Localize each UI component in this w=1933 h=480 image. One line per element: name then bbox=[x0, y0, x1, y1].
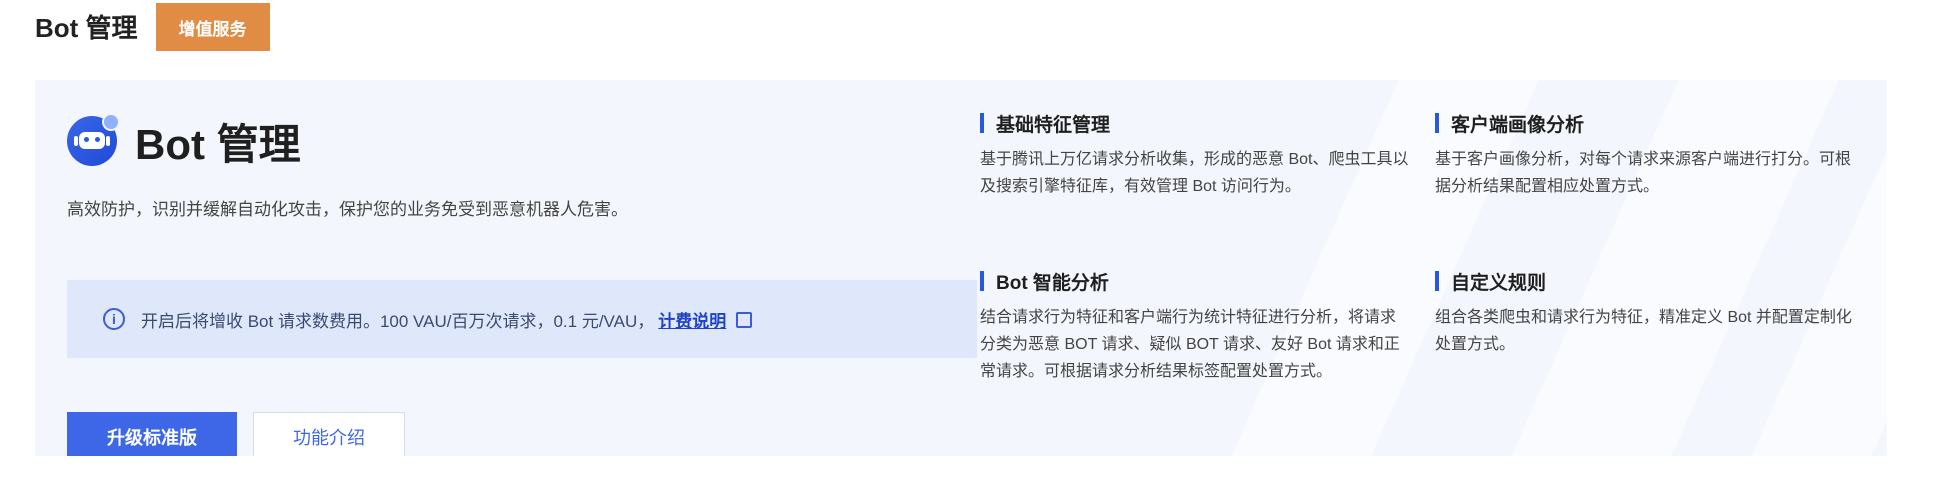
feature-title: 基础特征管理 bbox=[996, 114, 1111, 136]
feature-title: Bot 智能分析 bbox=[996, 272, 1109, 294]
bot-logo-icon bbox=[67, 113, 120, 166]
feature-description: 基于腾讯上万亿请求分析收集，形成的恶意 Bot、爬虫工具以及搜索引擎特征库，有效… bbox=[980, 151, 1409, 195]
feature-description: 结合请求行为特征和客户端行为统计特征进行分析，将请求分类为恶意 BOT 请求、疑… bbox=[980, 309, 1400, 380]
action-buttons: 升级标准版 功能介绍 bbox=[67, 412, 405, 456]
accent-bar bbox=[1435, 113, 1439, 133]
accent-bar bbox=[980, 113, 984, 133]
product-header: Bot 管理 bbox=[67, 113, 977, 168]
bot-management-card: Bot 管理 高效防护，识别并缓解自动化攻击，保护您的业务免受到恶意机器人危害。… bbox=[35, 80, 1887, 456]
value-added-badge: 增值服务 bbox=[155, 3, 270, 51]
page-header: Bot 管理 增值服务 bbox=[35, 3, 270, 51]
feature-custom-rules: 自定义规则 组合各类爬虫和请求行为特征，精准定义 Bot 并配置定制化处置方式。 bbox=[1435, 268, 1865, 358]
upgrade-standard-button[interactable]: 升级标准版 bbox=[67, 412, 237, 456]
feature-intro-button[interactable]: 功能介绍 bbox=[253, 412, 405, 456]
feature-title: 自定义规则 bbox=[1451, 272, 1547, 294]
feature-bot-intelligence: Bot 智能分析 结合请求行为特征和客户端行为统计特征进行分析，将请求分类为恶意… bbox=[980, 268, 1410, 385]
page-title: Bot 管理 bbox=[35, 12, 138, 43]
feature-client-profiling: 客户端画像分析 基于客户画像分析，对每个请求来源客户端进行打分。可根据分析结果配… bbox=[1435, 110, 1865, 200]
external-link-icon[interactable] bbox=[736, 312, 753, 328]
product-title: Bot 管理 bbox=[135, 120, 301, 168]
product-description: 高效防护，识别并缓解自动化攻击，保护您的业务免受到恶意机器人危害。 bbox=[67, 200, 628, 219]
billing-notice: i 开启后将增收 Bot 请求数费用。100 VAU/百万次请求，0.1 元/V… bbox=[67, 280, 977, 358]
feature-description: 基于客户画像分析，对每个请求来源客户端进行打分。可根据分析结果配置相应处置方式。 bbox=[1435, 151, 1852, 195]
accent-bar bbox=[1435, 271, 1439, 291]
accent-bar bbox=[980, 271, 984, 291]
billing-info-link[interactable]: 计费说明 bbox=[658, 307, 726, 332]
feature-basic-signatures: 基础特征管理 基于腾讯上万亿请求分析收集，形成的恶意 Bot、爬虫工具以及搜索引… bbox=[980, 110, 1410, 200]
notice-text: 开启后将增收 Bot 请求数费用。100 VAU/百万次请求，0.1 元/VAU… bbox=[141, 311, 655, 331]
feature-description: 组合各类爬虫和请求行为特征，精准定义 Bot 并配置定制化处置方式。 bbox=[1435, 309, 1852, 353]
info-icon: i bbox=[103, 308, 125, 330]
feature-title: 客户端画像分析 bbox=[1451, 114, 1585, 136]
product-intro: Bot 管理 高效防护，识别并缓解自动化攻击，保护您的业务免受到恶意机器人危害。… bbox=[67, 113, 977, 456]
